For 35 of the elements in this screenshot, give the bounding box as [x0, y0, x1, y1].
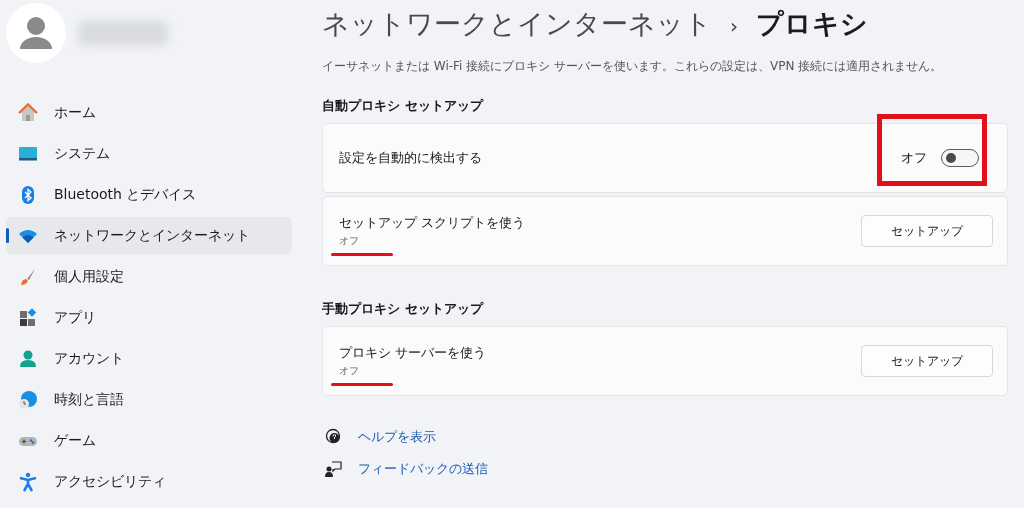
feedback-icon	[324, 460, 342, 478]
setting-status: オフ	[339, 364, 360, 378]
page-title: プロキシ	[756, 7, 868, 41]
link[interactable]: フィードバックの送信	[358, 460, 488, 478]
globe-clock-icon	[18, 389, 38, 410]
sidebar-item[interactable]: アカウント	[6, 340, 292, 377]
breadcrumb-separator: ›	[730, 14, 738, 38]
link[interactable]: ヘルプを表示	[358, 428, 436, 446]
sidebar-item[interactable]: システム	[6, 135, 292, 172]
sidebar-item[interactable]: ネットワークとインターネット	[6, 217, 292, 254]
section-heading: 自動プロキシ セットアップ	[322, 97, 485, 115]
breadcrumb-link[interactable]: ネットワークとインターネット	[322, 6, 712, 42]
section-heading: 手動プロキシ セットアップ	[322, 300, 485, 318]
sidebar-item[interactable]: ホーム	[6, 94, 292, 131]
avatar-icon	[6, 3, 66, 63]
setup-button[interactable]: セットアップ	[861, 345, 993, 377]
house-icon	[18, 102, 38, 123]
help-icon	[324, 428, 342, 446]
sidebar-item[interactable]: Bluetooth とデバイス	[6, 176, 292, 213]
sidebar-item[interactable]: アプリ	[6, 299, 292, 336]
apps-icon	[18, 307, 38, 328]
sidebar-item[interactable]: ゲーム	[6, 422, 292, 459]
sidebar-item[interactable]: 個人用設定	[6, 258, 292, 295]
accessibility-icon	[18, 471, 38, 492]
toggle-label: オフ	[901, 149, 927, 167]
setting-status: オフ	[339, 234, 360, 248]
setting-title: プロキシ サーバーを使う	[339, 344, 487, 362]
sidebar-item[interactable]: アクセシビリティ	[6, 463, 292, 500]
page-description: イーサネットまたは Wi-Fi 接続にプロキシ サーバーを使います。これらの設定は、VPN 接続には適用されません。	[322, 58, 944, 75]
sidebar-item[interactable]: 時刻と言語	[6, 381, 292, 418]
toggle-switch[interactable]	[941, 149, 979, 167]
setting-title: セットアップ スクリプトを使う	[339, 214, 526, 232]
setup-button[interactable]: セットアップ	[861, 215, 993, 247]
setting-title: 設定を自動的に検出する	[339, 149, 482, 167]
person-icon	[18, 348, 38, 369]
